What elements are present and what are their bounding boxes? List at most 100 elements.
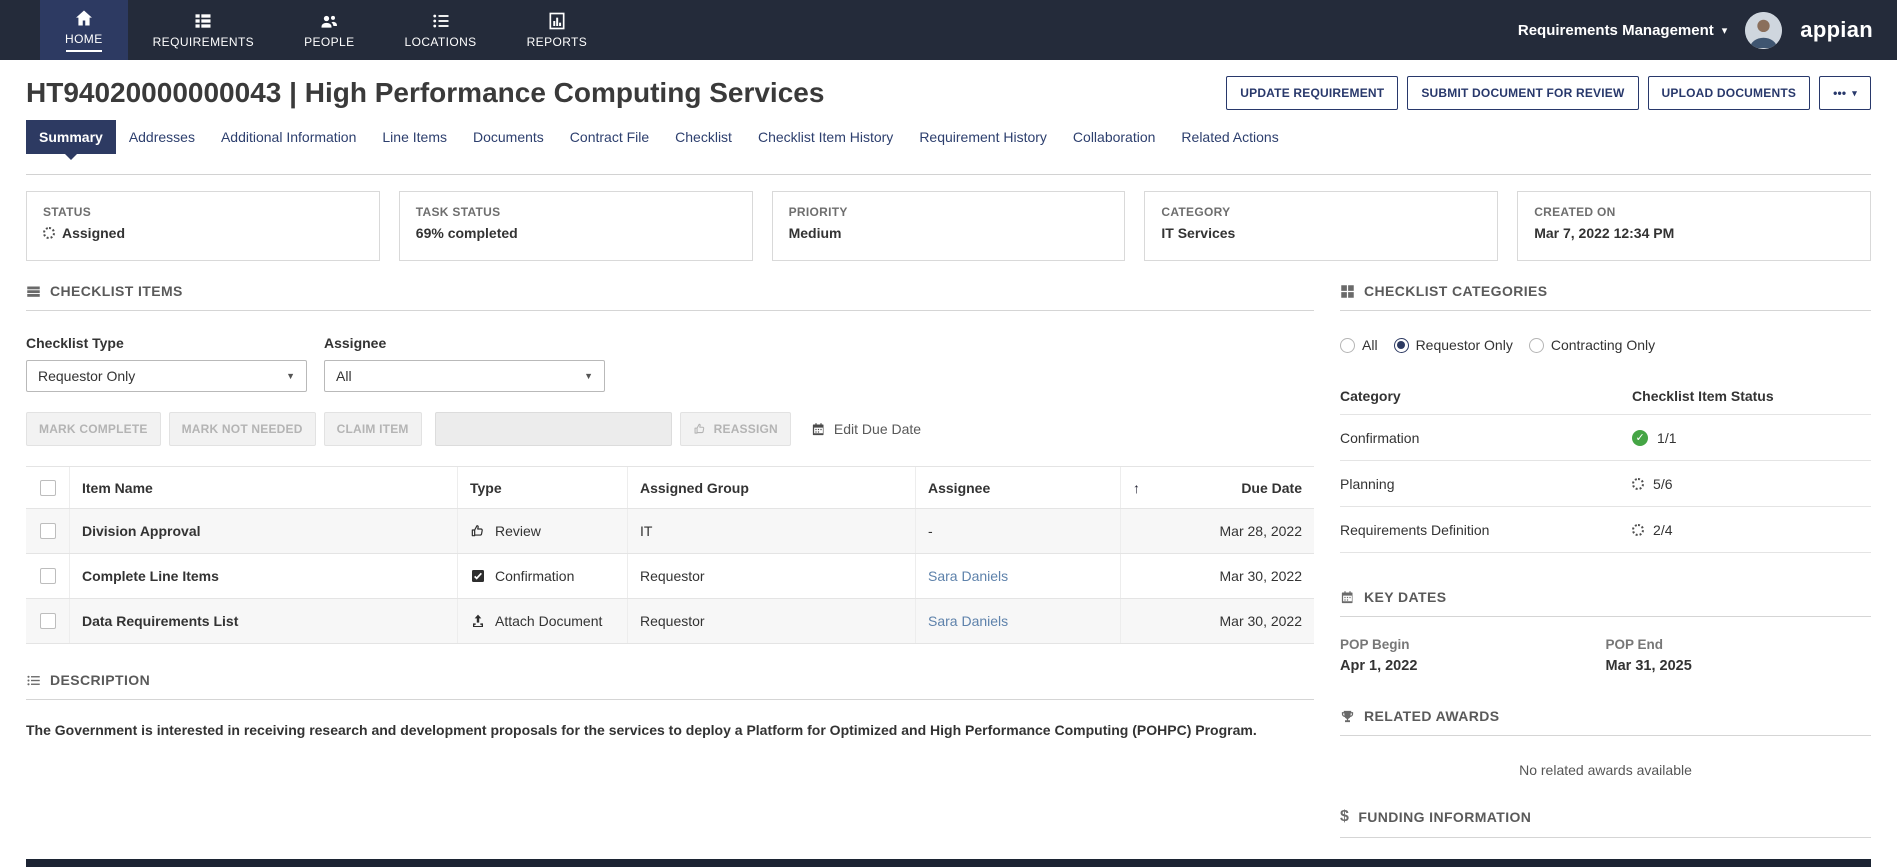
tab-addresses[interactable]: Addresses: [116, 120, 208, 154]
tab-documents[interactable]: Documents: [460, 120, 557, 154]
sort-ascending-icon[interactable]: ↑: [1133, 480, 1140, 496]
checklist-type-select[interactable]: Requestor Only ▼: [26, 360, 307, 392]
user-avatar[interactable]: [1745, 12, 1782, 49]
card-label: CATEGORY: [1161, 205, 1481, 219]
reports-chart-icon: [547, 11, 567, 31]
pop-end-field: POP End Mar 31, 2025: [1606, 637, 1872, 674]
selected-value: Requestor Only: [38, 368, 135, 384]
table-row: Data Requirements List Attach Document R…: [26, 599, 1314, 644]
item-name-link[interactable]: Data Requirements List: [82, 613, 238, 629]
chevron-down-icon: ▾: [1722, 24, 1728, 37]
radio-label: Requestor Only: [1416, 337, 1513, 353]
tab-line-items[interactable]: Line Items: [369, 120, 460, 154]
section-divider: [1340, 735, 1871, 736]
tab-additional-information[interactable]: Additional Information: [208, 120, 369, 154]
radio-all[interactable]: All: [1340, 337, 1378, 353]
status-count: 1/1: [1657, 430, 1676, 446]
pop-begin-field: POP Begin Apr 1, 2022: [1340, 637, 1606, 674]
nav-item-people[interactable]: PEOPLE: [279, 0, 379, 60]
nav-items: HOME REQUIREMENTS PEOPLE LOCATIONS RE: [40, 0, 612, 60]
pop-begin-label: POP Begin: [1340, 637, 1606, 652]
status-cards-row: STATUS Assigned TASK STATUS 69% complete…: [26, 191, 1871, 261]
status-value: Assigned: [62, 225, 125, 241]
status-count: 2/4: [1653, 522, 1672, 538]
nav-item-reports[interactable]: REPORTS: [502, 0, 613, 60]
card-value: 69% completed: [416, 225, 736, 241]
tab-collaboration[interactable]: Collaboration: [1060, 120, 1169, 154]
related-awards-section: RELATED AWARDS No related awards availab…: [1340, 708, 1871, 778]
section-title: DESCRIPTION: [50, 672, 150, 688]
assignee-link[interactable]: Sara Daniels: [928, 568, 1008, 584]
category-name: Requirements Definition: [1340, 522, 1632, 538]
edit-due-date-label: Edit Due Date: [834, 421, 921, 437]
submit-document-for-review-button[interactable]: SUBMIT DOCUMENT FOR REVIEW: [1407, 76, 1638, 110]
radio-requestor-only[interactable]: Requestor Only: [1394, 337, 1513, 353]
nav-item-label: REPORTS: [527, 35, 588, 49]
category-row: Requirements Definition 2/4: [1340, 507, 1871, 553]
table-row: Division Approval Review IT - Mar 28, 20…: [26, 509, 1314, 554]
calendar-icon: [811, 422, 826, 437]
tab-contract-file[interactable]: Contract File: [557, 120, 662, 154]
edit-due-date-link[interactable]: Edit Due Date: [811, 421, 921, 437]
card-value: Mar 7, 2022 12:34 PM: [1534, 225, 1854, 241]
category-name: Planning: [1340, 476, 1632, 492]
table-row: Complete Line Items Confirmation Request…: [26, 554, 1314, 599]
sidebar-column: CHECKLIST CATEGORIES All Requestor Only …: [1340, 283, 1871, 838]
no-related-awards-text: No related awards available: [1340, 762, 1871, 778]
row-checkbox[interactable]: [40, 613, 56, 629]
tab-requirement-history[interactable]: Requirement History: [906, 120, 1060, 154]
reassign-user-input[interactable]: [435, 412, 672, 446]
status-cell: 2/4: [1632, 522, 1871, 538]
assignee-label: Assignee: [324, 335, 605, 351]
assignee-cell: -: [916, 509, 1121, 553]
update-requirement-button[interactable]: UPDATE REQUIREMENT: [1226, 76, 1398, 110]
due-date-header-label: Due Date: [1241, 480, 1302, 496]
assignee-select[interactable]: All ▼: [324, 360, 605, 392]
tab-checklist[interactable]: Checklist: [662, 120, 745, 154]
radio-contracting-only[interactable]: Contracting Only: [1529, 337, 1655, 353]
radio-label: All: [1362, 337, 1378, 353]
category-filter-radios: All Requestor Only Contracting Only: [1340, 337, 1871, 353]
home-icon: [74, 8, 94, 28]
more-actions-button[interactable]: ••• ▾: [1819, 76, 1871, 110]
app-title: Requirements Management: [1518, 22, 1714, 39]
column-header-assignee: Assignee: [916, 467, 1121, 508]
tab-summary[interactable]: Summary: [26, 120, 116, 154]
check-square-icon: [470, 568, 486, 584]
item-name-link[interactable]: Division Approval: [82, 523, 201, 539]
checklist-filters: Checklist Type Requestor Only ▼ Assignee…: [26, 335, 1314, 392]
app-switcher-dropdown[interactable]: Requirements Management ▾: [1518, 22, 1727, 39]
type-label: Attach Document: [495, 613, 602, 629]
select-all-checkbox[interactable]: [40, 480, 56, 496]
tab-checklist-item-history[interactable]: Checklist Item History: [745, 120, 906, 154]
appian-logo: appian: [1800, 17, 1873, 43]
upload-documents-button[interactable]: UPLOAD DOCUMENTS: [1648, 76, 1811, 110]
section-divider: [1340, 310, 1871, 311]
mark-not-needed-button[interactable]: MARK NOT NEEDED: [169, 412, 316, 446]
tab-related-actions[interactable]: Related Actions: [1168, 120, 1291, 154]
assignee-filter: Assignee All ▼: [324, 335, 605, 392]
row-checkbox[interactable]: [40, 523, 56, 539]
checklist-type-filter: Checklist Type Requestor Only ▼: [26, 335, 307, 392]
card-label: STATUS: [43, 205, 363, 219]
radio-button-icon: [1394, 338, 1409, 353]
type-label: Review: [495, 523, 541, 539]
due-date-cell: Mar 30, 2022: [1121, 554, 1314, 598]
radio-button-icon: [1529, 338, 1544, 353]
checklist-actions-row: MARK COMPLETE MARK NOT NEEDED CLAIM ITEM…: [26, 412, 1314, 446]
mark-complete-button[interactable]: MARK COMPLETE: [26, 412, 161, 446]
people-icon: [319, 11, 339, 31]
nav-item-home[interactable]: HOME: [40, 0, 128, 60]
nav-item-locations[interactable]: LOCATIONS: [380, 0, 502, 60]
row-checkbox[interactable]: [40, 568, 56, 584]
category-row: Confirmation ✓ 1/1: [1340, 415, 1871, 461]
status-count: 5/6: [1653, 476, 1672, 492]
in-progress-spinner-icon: [1632, 524, 1644, 536]
reassign-button[interactable]: REASSIGN: [680, 412, 791, 446]
section-title: KEY DATES: [1364, 589, 1446, 605]
assignee-link[interactable]: Sara Daniels: [928, 613, 1008, 629]
item-name-link[interactable]: Complete Line Items: [82, 568, 219, 584]
nav-item-label: HOME: [65, 32, 103, 46]
claim-item-button[interactable]: CLAIM ITEM: [324, 412, 422, 446]
nav-item-requirements[interactable]: REQUIREMENTS: [128, 0, 279, 60]
